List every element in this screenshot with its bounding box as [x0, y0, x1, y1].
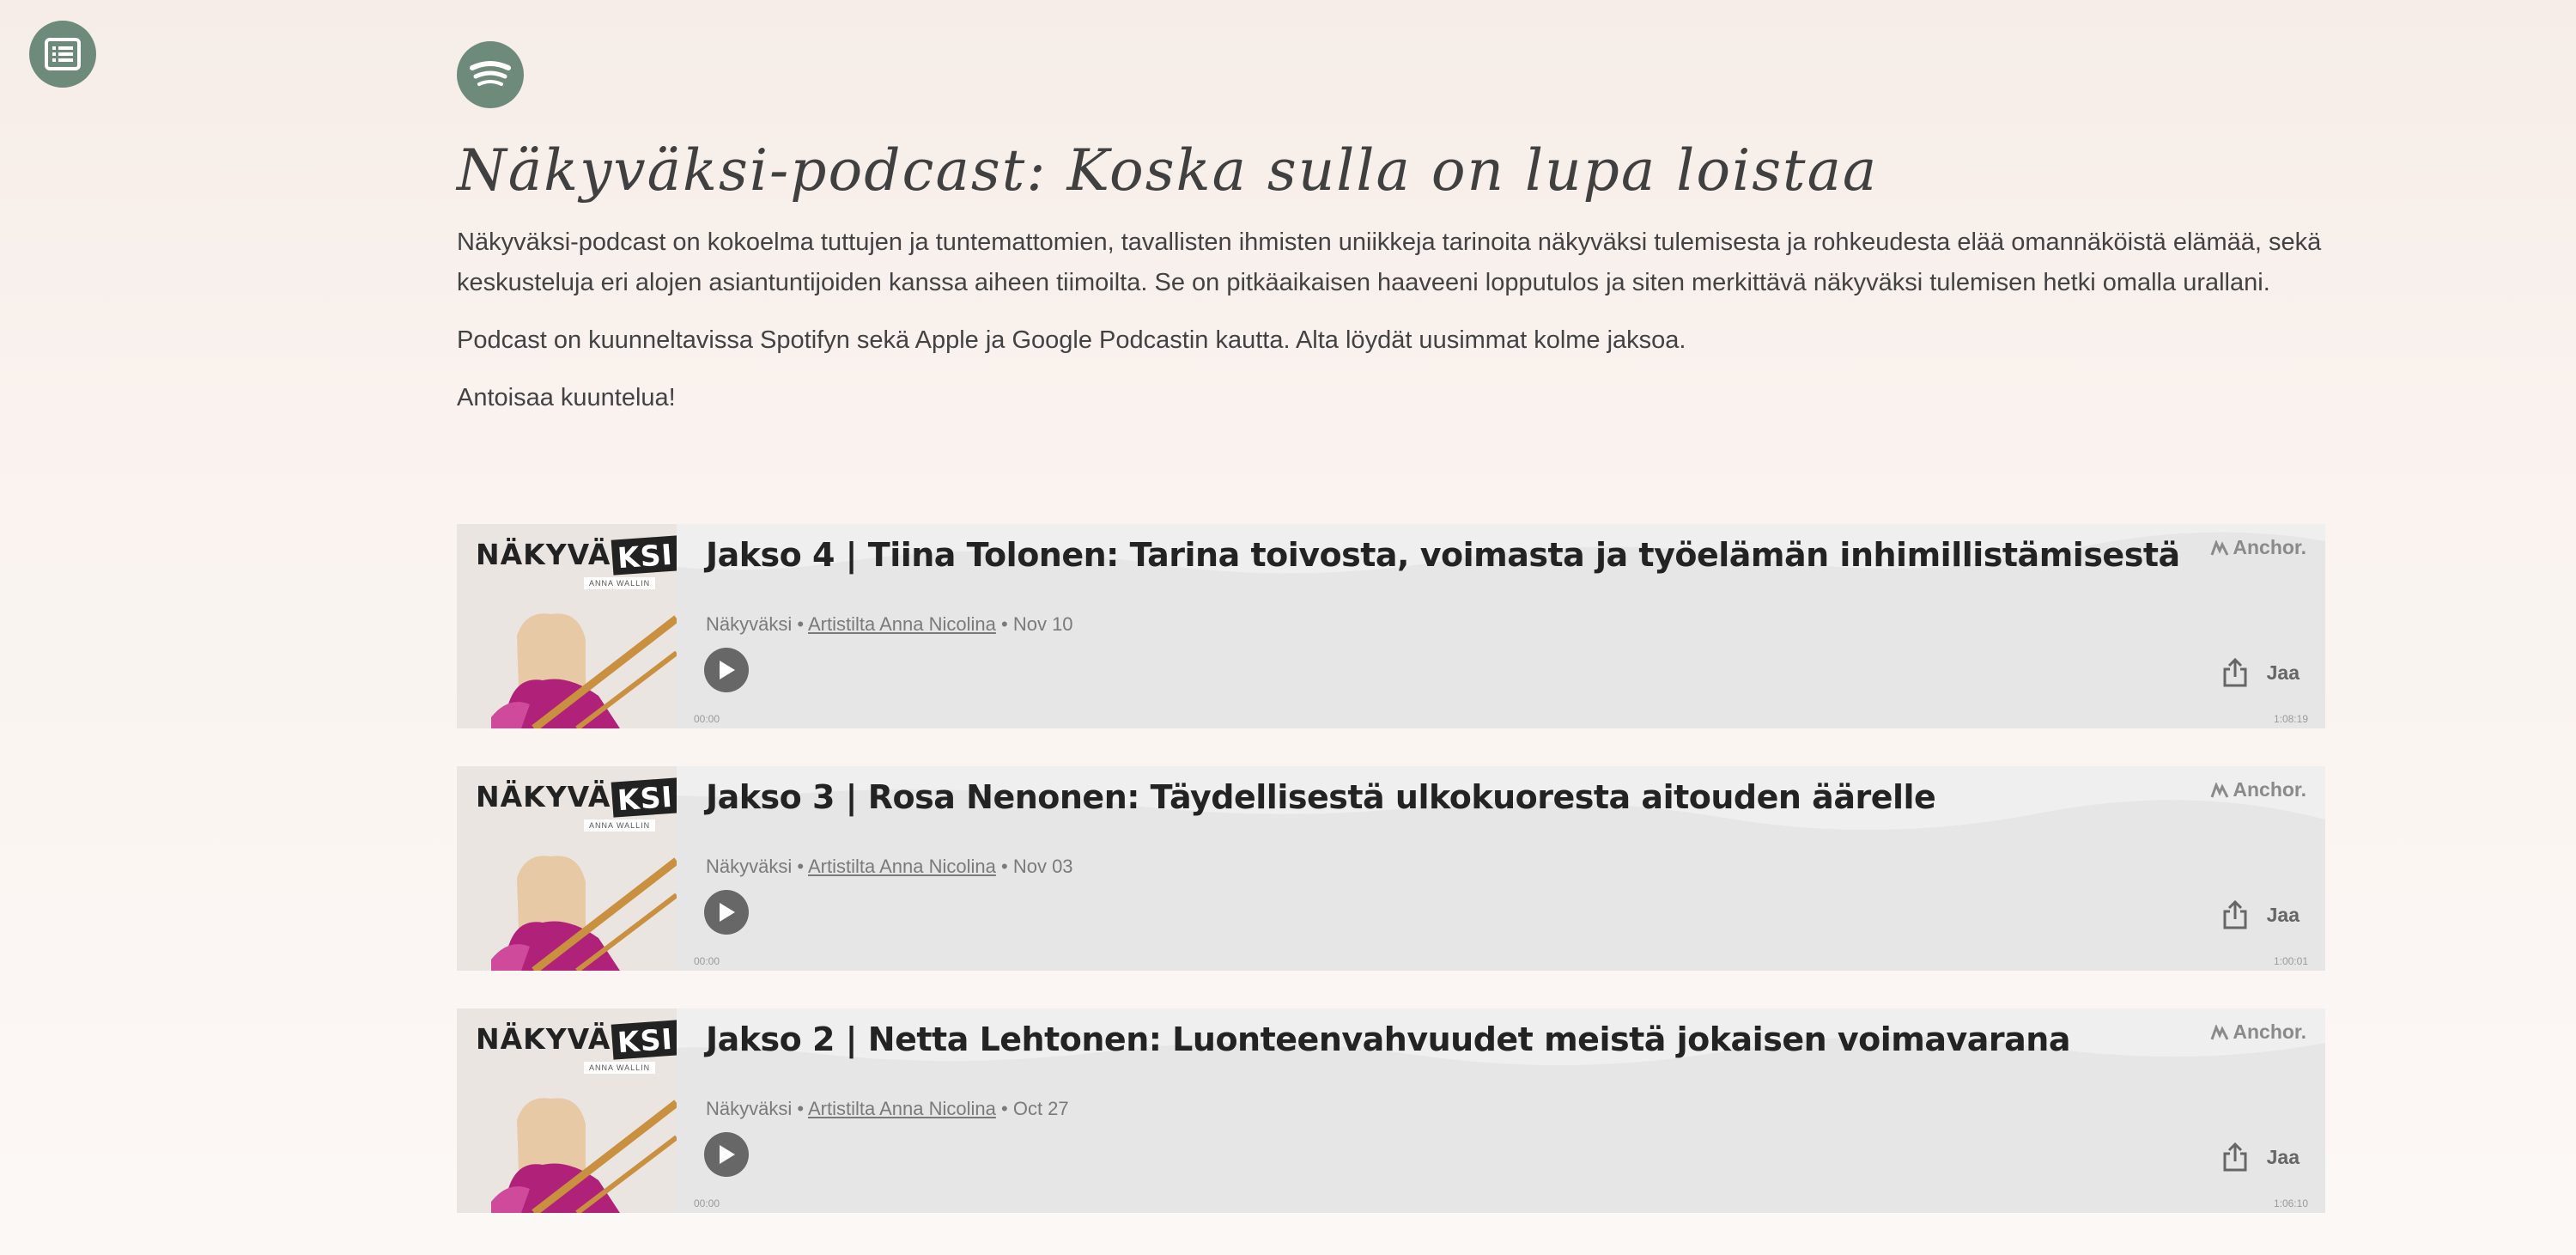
- episode-cover[interactable]: NÄKYVÄ KSI ANNA WALLIN: [457, 766, 677, 971]
- anchor-logo[interactable]: Anchor.: [2210, 1020, 2306, 1044]
- intro-paragraph: Näkyväksi-podcast on kokoelma tuttujen j…: [457, 228, 2322, 296]
- cover-brand-text: NÄKYVÄ: [476, 780, 611, 813]
- cover-brand: NÄKYVÄ KSI: [476, 1020, 677, 1060]
- availability-paragraph: Podcast on kuunneltavissa Spotifyn sekä …: [457, 326, 1686, 354]
- episode-card: NÄKYVÄ KSI ANNA WALLIN Jakso 2 | Netta Le…: [457, 1008, 2325, 1213]
- play-icon: [720, 903, 735, 922]
- time-elapsed: 00:00: [694, 1197, 720, 1209]
- share-button[interactable]: Jaa: [2222, 900, 2300, 929]
- episode-date: Nov 03: [1012, 856, 1073, 877]
- closing-paragraph: Antoisaa kuuntelua!: [457, 384, 676, 411]
- share-icon: [2223, 1142, 2247, 1172]
- episode-meta: Näkyväksi • Artistilta Anna Nicolina • N…: [706, 613, 1073, 636]
- meta-separator: •: [797, 1098, 805, 1119]
- anchor-label: Anchor.: [2233, 1020, 2306, 1043]
- cover-subtitle: ANNA WALLIN: [584, 1062, 656, 1074]
- spotify-icon: [470, 61, 511, 86]
- anchor-label: Anchor.: [2233, 536, 2306, 558]
- show-name: Näkyväksi: [706, 613, 793, 635]
- show-name: Näkyväksi: [706, 856, 793, 877]
- anchor-logo-icon: [2210, 782, 2229, 798]
- episode-title[interactable]: Jakso 2 | Netta Lehtonen: Luonteenvahvuu…: [706, 1020, 2071, 1058]
- list-icon: [45, 38, 81, 70]
- cover-brand-text: NÄKYVÄ: [476, 1022, 611, 1056]
- share-label: Jaa: [2266, 661, 2300, 684]
- anchor-label: Anchor.: [2233, 778, 2306, 801]
- table-of-contents-button[interactable]: [29, 21, 96, 88]
- show-name: Näkyväksi: [706, 1098, 793, 1119]
- share-button[interactable]: Jaa: [2222, 658, 2300, 687]
- artist-link[interactable]: Artistilta Anna Nicolina: [808, 613, 996, 635]
- meta-separator: •: [1001, 1098, 1008, 1119]
- play-button[interactable]: [704, 1132, 749, 1177]
- meta-separator: •: [797, 856, 805, 877]
- cover-subtitle: ANNA WALLIN: [584, 819, 656, 832]
- spotify-link[interactable]: [457, 41, 524, 108]
- share-icon: [2223, 900, 2247, 929]
- podcast-intro: Näkyväksi-podcast: Koska sulla on lupa l…: [457, 41, 2329, 436]
- play-button[interactable]: [704, 648, 749, 692]
- cover-subtitle: ANNA WALLIN: [584, 577, 656, 589]
- cover-brand-box: KSI: [611, 1020, 677, 1060]
- episode-card: NÄKYVÄ KSI ANNA WALLIN Jakso 4 | Tiina To…: [457, 524, 2325, 728]
- episode-card: NÄKYVÄ KSI ANNA WALLIN Jakso 3 | Rosa Nen…: [457, 766, 2325, 971]
- play-button[interactable]: [704, 890, 749, 935]
- play-icon: [720, 1145, 735, 1164]
- episode-cover[interactable]: NÄKYVÄ KSI ANNA WALLIN: [457, 1008, 677, 1213]
- episode-title[interactable]: Jakso 4 | Tiina Tolonen: Tarina toivosta…: [706, 536, 2180, 574]
- anchor-logo[interactable]: Anchor.: [2210, 536, 2306, 559]
- time-elapsed: 00:00: [694, 713, 720, 725]
- anchor-logo-icon: [2210, 539, 2229, 556]
- page-title: Näkyväksi-podcast: Koska sulla on lupa l…: [457, 137, 1879, 204]
- episode-date: Oct 27: [1012, 1098, 1069, 1119]
- cover-brand: NÄKYVÄ KSI: [476, 777, 677, 818]
- share-icon: [2223, 658, 2247, 687]
- meta-separator: •: [1001, 613, 1008, 635]
- artist-link[interactable]: Artistilta Anna Nicolina: [808, 856, 996, 877]
- anchor-logo-icon: [2210, 1024, 2229, 1040]
- episode-title[interactable]: Jakso 3 | Rosa Nenonen: Täydellisestä ul…: [706, 778, 1936, 816]
- cover-brand-box: KSI: [611, 777, 677, 818]
- time-total: 1:08:19: [2273, 713, 2308, 725]
- time-elapsed: 00:00: [694, 955, 720, 967]
- play-icon: [720, 661, 735, 679]
- cover-brand: NÄKYVÄ KSI: [476, 535, 677, 576]
- time-total: 1:06:10: [2273, 1197, 2308, 1209]
- share-button[interactable]: Jaa: [2222, 1142, 2300, 1172]
- anchor-logo[interactable]: Anchor.: [2210, 778, 2306, 801]
- episode-date: Nov 10: [1012, 613, 1073, 635]
- time-total: 1:00:01: [2273, 955, 2308, 967]
- episode-meta: Näkyväksi • Artistilta Anna Nicolina • N…: [706, 856, 1073, 878]
- episode-meta: Näkyväksi • Artistilta Anna Nicolina • O…: [706, 1098, 1069, 1120]
- cover-brand-text: NÄKYVÄ: [476, 538, 611, 571]
- meta-separator: •: [1001, 856, 1008, 877]
- episode-cover[interactable]: NÄKYVÄ KSI ANNA WALLIN: [457, 524, 677, 728]
- meta-separator: •: [797, 613, 805, 635]
- share-label: Jaa: [2266, 903, 2300, 926]
- share-label: Jaa: [2266, 1145, 2300, 1168]
- cover-brand-box: KSI: [611, 535, 677, 576]
- episode-list: NÄKYVÄ KSI ANNA WALLIN Jakso 4 | Tiina To…: [457, 524, 2325, 1251]
- artist-link[interactable]: Artistilta Anna Nicolina: [808, 1098, 996, 1119]
